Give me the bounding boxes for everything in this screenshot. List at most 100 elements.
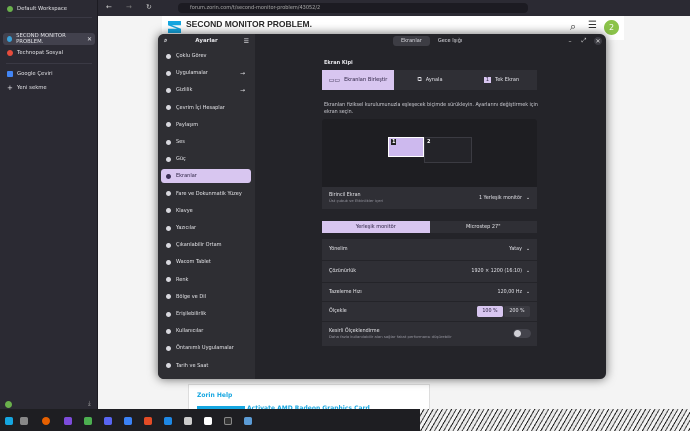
workspace-switch-icon[interactable] <box>5 401 12 408</box>
tab-label: Technopat Sosyal <box>17 50 64 56</box>
sidebar-item[interactable]: Gizlilik → <box>161 83 251 97</box>
sidebar-item-label: Çevrim İçi Hesaplar <box>176 104 225 111</box>
sidebar-item[interactable]: Bölge ve Dil <box>161 290 251 304</box>
monitor-2[interactable]: 2 <box>424 137 472 163</box>
refresh-rate-value: 120,00 Hz <box>497 289 522 295</box>
sidebar-item[interactable]: Wacom Tablet <box>161 255 251 269</box>
option-label: Aynala <box>425 77 443 83</box>
reload-icon[interactable]: ↻ <box>146 3 152 11</box>
google-translate-icon <box>7 71 13 77</box>
arrow-right-icon: → <box>239 86 245 94</box>
chevron-down-icon: ⌄ <box>525 195 530 201</box>
minimize-icon[interactable]: – <box>566 37 574 45</box>
workspace-icon[interactable] <box>20 417 28 425</box>
app-icon[interactable] <box>144 417 152 425</box>
sidebar-item[interactable]: Çevrim İçi Hesaplar <box>161 101 251 115</box>
sidebar-item-label: Fare ve Dokunmatik Yüzey <box>176 190 242 197</box>
app-icon[interactable] <box>244 417 252 425</box>
join-displays-button[interactable]: ▭▭ Ekranları Birleştir <box>322 70 394 90</box>
sidebar-item[interactable]: Uygulamalar → <box>161 66 251 80</box>
new-tab-label: Yeni sekme <box>16 85 47 91</box>
forum-topic-title[interactable]: SECOND MONITOR PROBLEM. <box>186 19 312 29</box>
tab-ekranlar[interactable]: Ekranlar <box>393 36 430 46</box>
app-icon[interactable] <box>124 417 132 425</box>
browser-sidebar: Default Workspace SECOND MONITOR PROBLEM… <box>0 0 98 431</box>
sidebar-item-label: Güç <box>176 156 186 163</box>
sidebar-item[interactable]: Çıkarılabilir Ortam <box>161 238 251 252</box>
discord-icon[interactable] <box>104 417 112 425</box>
tab-builtin-monitor[interactable]: Yerleşik monitör <box>322 221 430 233</box>
menu-icon[interactable]: ☰ <box>588 20 597 31</box>
sidebar-item[interactable]: Paylaşım <box>161 118 251 132</box>
mirror-button[interactable]: ⧉ Aynala <box>394 70 466 90</box>
search-icon[interactable]: ⌕ <box>570 20 576 34</box>
settings-category-icon <box>166 105 171 111</box>
browser-tab-technopat[interactable]: Technopat Sosyal <box>3 47 95 59</box>
settings-category-icon <box>166 242 171 248</box>
url-text[interactable]: forum.zorin.com/t/second-monitor-problem… <box>190 5 320 11</box>
back-icon[interactable]: ← <box>106 3 112 11</box>
sidebar-item[interactable]: Öntanımlı Uygulamalar <box>161 341 251 355</box>
app-icon[interactable] <box>164 417 172 425</box>
download-icon[interactable]: ⤓ <box>88 400 91 408</box>
app-icon[interactable] <box>84 417 92 425</box>
sidebar-item[interactable]: Ekranlar <box>161 169 251 184</box>
sidebar-item-label: Çoklu Görev <box>176 53 207 59</box>
sidebar-item[interactable]: Çoklu Görev <box>161 49 251 63</box>
mirror-icon: ⧉ <box>417 76 422 83</box>
sidebar-item[interactable]: Klavye <box>161 204 251 218</box>
app-icon[interactable] <box>224 417 232 425</box>
help-title[interactable]: Zorin Help <box>197 392 232 399</box>
chevron-down-icon: ⌄ <box>525 289 530 295</box>
menu-icon[interactable]: ☰ <box>244 38 249 45</box>
tab-label: Google Çeviri <box>17 71 53 77</box>
single-display-button[interactable]: 1 Tek Ekran <box>466 70 537 90</box>
sidebar-item[interactable]: Güç <box>161 152 251 166</box>
app-icon[interactable] <box>184 417 192 425</box>
single-display-icon: 1 <box>483 77 492 83</box>
close-icon[interactable]: ✕ <box>87 36 92 43</box>
settings-category-icon <box>166 345 171 351</box>
scale-100-button[interactable]: 100 % <box>477 306 503 317</box>
close-icon[interactable]: ✕ <box>594 37 602 45</box>
refresh-rate-row[interactable]: Tazeleme Hızı 120,00 Hz ⌄ <box>322 283 537 301</box>
browser-tab-translate[interactable]: Google Çeviri <box>3 68 95 80</box>
sidebar-item-label: Kullanıcılar <box>176 328 204 335</box>
sidebar-item-label: Klavye <box>176 207 193 214</box>
app-icon[interactable] <box>64 417 72 425</box>
sidebar-item[interactable]: Fare ve Dokunmatik Yüzey <box>161 187 251 201</box>
technopat-favicon-icon <box>7 50 13 56</box>
fractional-scaling-toggle[interactable] <box>513 329 531 338</box>
workspace-label[interactable]: Default Workspace <box>3 3 95 15</box>
sidebar-item[interactable]: Yazıcılar <box>161 221 251 235</box>
primary-display-row[interactable]: Birincil Ekran Üst çubuk ve Etkinlikler … <box>322 187 537 209</box>
settings-header: ⌕ Ayarlar ☰ <box>158 34 255 48</box>
sidebar-item[interactable]: Hakkında <box>161 376 251 379</box>
firefox-icon[interactable] <box>42 417 50 425</box>
browser-tab-forum[interactable]: SECOND MONITOR PROBLEM. ✕ <box>3 33 95 45</box>
app-icon[interactable] <box>204 417 212 425</box>
sidebar-item[interactable]: Tarih ve Saat <box>161 359 251 373</box>
sidebar-item[interactable]: Kullanıcılar <box>161 324 251 338</box>
display-mode-label: Ekran Kipi <box>324 60 353 66</box>
tab-gece-isigi[interactable]: Gece Işığı <box>430 36 470 46</box>
sidebar-item-label: Wacom Tablet <box>176 259 211 266</box>
maximize-icon[interactable]: ⤢ <box>580 37 588 45</box>
sidebar-item[interactable]: Erişilebilirlik <box>161 307 251 321</box>
settings-category-icon <box>166 53 171 59</box>
monitor-1[interactable]: 1 <box>388 137 424 157</box>
zorin-menu-icon[interactable] <box>5 417 13 425</box>
resolution-row[interactable]: Çözünürlük 1920 × 1200 (16:10) ⌄ <box>322 261 537 282</box>
search-icon[interactable]: ⌕ <box>164 37 167 45</box>
monitor-tabs: Yerleşik monitör Microstep 27" <box>322 221 537 233</box>
forward-icon[interactable]: → <box>126 3 132 11</box>
orientation-row[interactable]: Yönelim Yatay ⌄ <box>322 239 537 260</box>
monitor-number: 1 <box>391 139 397 145</box>
new-tab-button[interactable]: + Yeni sekme <box>3 82 95 94</box>
avatar[interactable]: 2 <box>604 20 619 35</box>
scale-200-button[interactable]: 200 % <box>504 306 530 317</box>
tab-microstep-monitor[interactable]: Microstep 27" <box>429 221 537 233</box>
sidebar-item[interactable]: Renk <box>161 273 251 287</box>
url-bar[interactable]: forum.zorin.com/t/second-monitor-problem… <box>178 3 528 13</box>
sidebar-item[interactable]: Ses <box>161 135 251 149</box>
